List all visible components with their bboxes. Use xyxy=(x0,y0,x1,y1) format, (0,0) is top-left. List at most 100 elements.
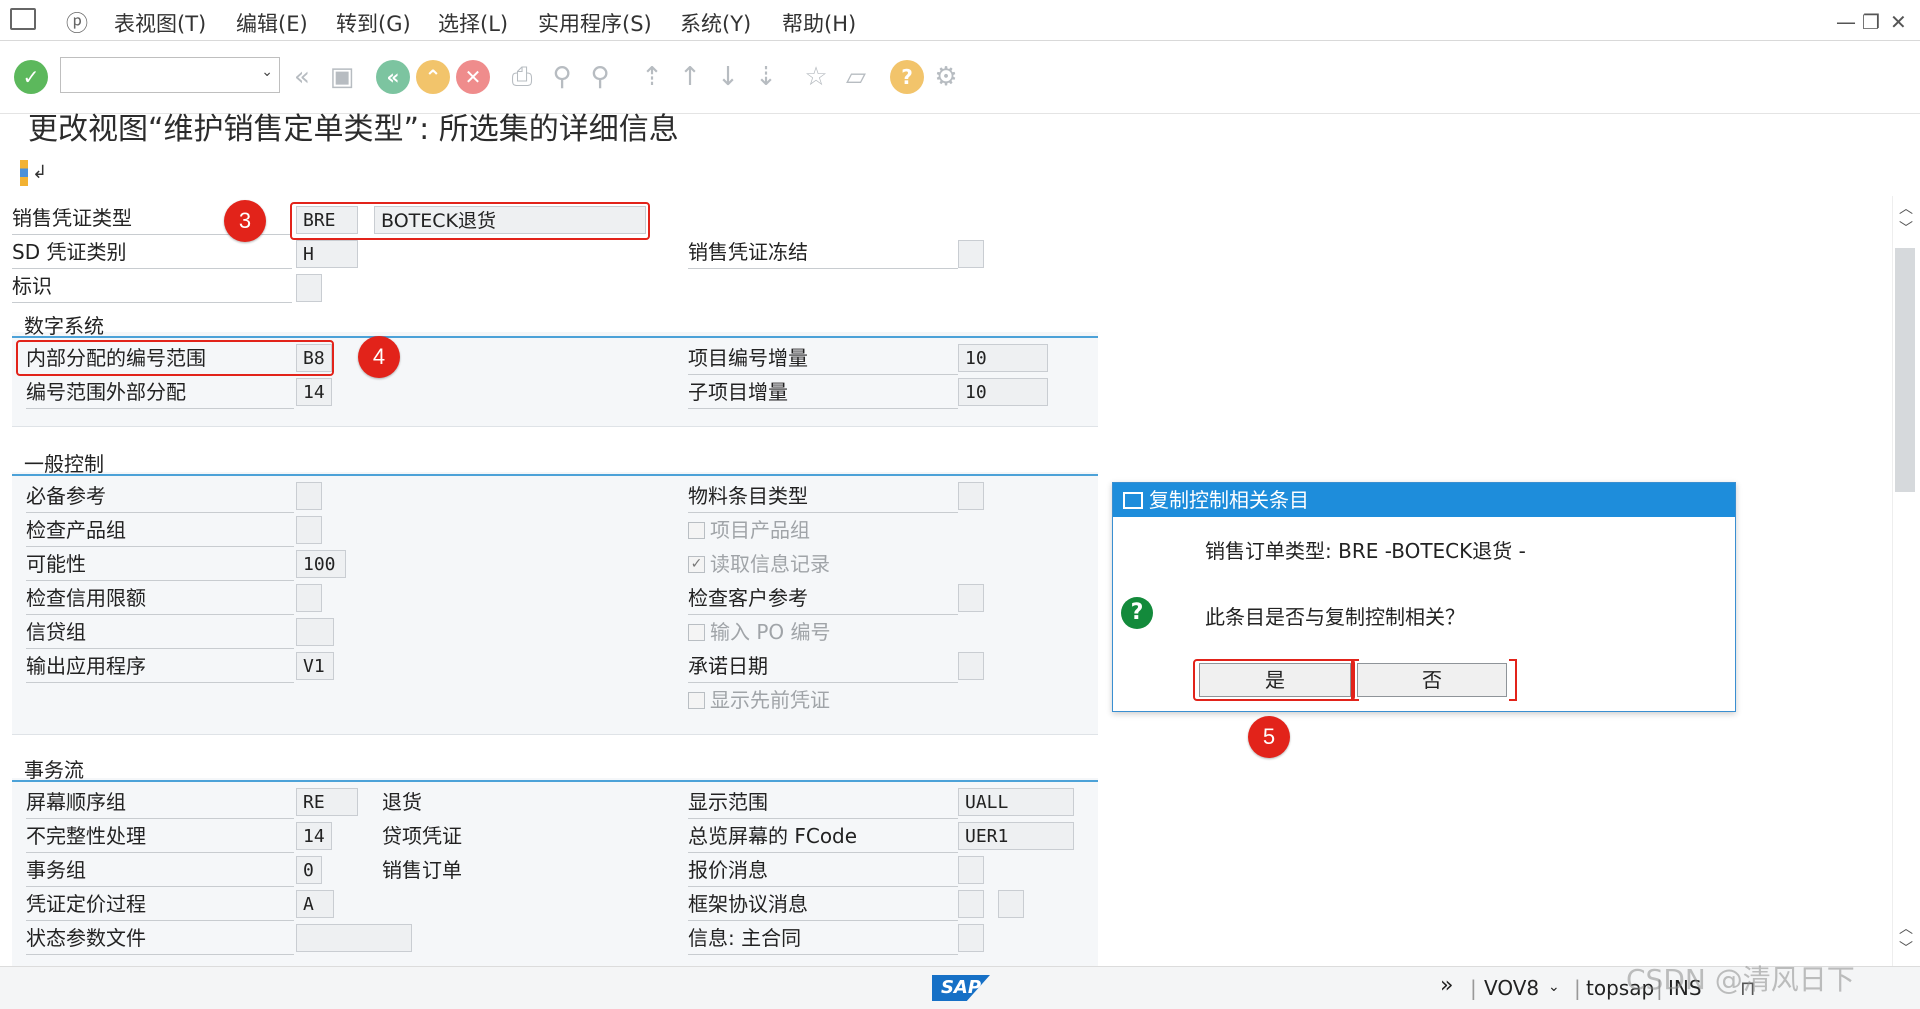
credit-group-label: 信贷组 xyxy=(26,616,294,649)
fcode-overview-label: 总览屏幕的 FCode xyxy=(688,820,958,853)
external-range-field[interactable]: 14 xyxy=(296,378,332,406)
pricing-proc-label: 凭证定价过程 xyxy=(26,888,294,921)
check-credit-field[interactable] xyxy=(296,584,322,612)
shortcut-icon[interactable]: ▱ xyxy=(840,60,872,94)
exit-icon[interactable]: ⌃ xyxy=(416,60,450,94)
display-preceding-checkbox[interactable] xyxy=(688,692,705,709)
print-icon[interactable]: ⎙ xyxy=(506,60,538,94)
status-profile-label: 状态参数文件 xyxy=(26,922,294,955)
customize-layout-icon[interactable]: ⓟ xyxy=(66,6,88,38)
settings-icon[interactable]: ⚙ xyxy=(930,60,962,94)
display-preceding-label: 显示先前凭证 xyxy=(710,688,830,712)
scroll-down-small-icon[interactable]: ﹀ xyxy=(1899,218,1913,238)
enter-po-checkbox[interactable] xyxy=(688,624,705,641)
annotation-box-yes xyxy=(1193,659,1355,701)
commitment-date-field[interactable] xyxy=(958,652,984,680)
credit-group-field[interactable] xyxy=(296,618,334,646)
trans-group-field[interactable]: 0 xyxy=(296,856,322,884)
save-icon[interactable]: ▣ xyxy=(326,60,358,94)
general-control-header: 一般控制 xyxy=(12,448,1098,476)
question-icon: ? xyxy=(1121,597,1153,629)
new-session-icon[interactable]: ☆ xyxy=(800,60,832,94)
enter-check-icon[interactable]: ✓ xyxy=(14,60,48,94)
chevron-down-icon[interactable]: ⌄ xyxy=(261,64,273,80)
cancel-icon[interactable]: ✕ xyxy=(456,60,490,94)
scroll-up-icon[interactable]: ︿ xyxy=(1899,198,1913,218)
back-icon[interactable]: « xyxy=(376,60,410,94)
reference-mandatory-label: 必备参考 xyxy=(26,480,294,513)
vertical-scrollbar[interactable]: ︿ ﹀ ︿ ﹀ xyxy=(1892,196,1920,966)
system-menu-icon[interactable] xyxy=(10,8,36,30)
indicator-label: 标识 xyxy=(12,270,292,303)
material-item-type-field[interactable] xyxy=(958,482,984,510)
master-contract-field[interactable] xyxy=(958,924,984,952)
output-app-label: 输出应用程序 xyxy=(26,650,294,683)
scroll-up-bottom-icon[interactable]: ︿ xyxy=(1899,918,1913,938)
first-page-icon[interactable]: ⇡ xyxy=(636,60,668,94)
menu-goto[interactable]: 转到(G) xyxy=(336,8,411,38)
output-app-field[interactable]: V1 xyxy=(296,652,334,680)
item-incr-field[interactable]: 10 xyxy=(958,344,1048,372)
dialog-title: 复制控制相关条目 xyxy=(1149,488,1309,512)
find-icon[interactable]: ⚲ xyxy=(546,60,578,94)
outline-agreement-field[interactable] xyxy=(958,890,984,918)
transaction-code[interactable]: VOV8 xyxy=(1484,976,1539,1000)
sd-category-field[interactable]: H xyxy=(296,240,358,268)
outline-agreement-extra-field[interactable] xyxy=(998,890,1024,918)
menu-utilities[interactable]: 实用程序(S) xyxy=(538,8,652,38)
incompletion-field[interactable]: 14 xyxy=(296,822,332,850)
quotation-msg-field[interactable] xyxy=(958,856,984,884)
screen-seq-field[interactable]: RE xyxy=(296,788,358,816)
pricing-proc-field[interactable]: A xyxy=(296,890,334,918)
menu-table-view[interactable]: 表视图(T) xyxy=(114,8,206,38)
subitem-incr-field[interactable]: 10 xyxy=(958,378,1048,406)
indicator-field[interactable] xyxy=(296,274,322,302)
status-expand-icon[interactable]: » xyxy=(1440,973,1453,998)
subitem-incr-label: 子项目增量 xyxy=(688,376,958,409)
scroll-down-icon[interactable]: ﹀ xyxy=(1899,938,1913,958)
incompletion-desc: 贷项凭证 xyxy=(382,824,462,848)
transaction-chevron-icon[interactable]: ⌄ xyxy=(1548,979,1560,995)
quotation-msg-label: 报价消息 xyxy=(688,854,958,887)
item-division-checkbox[interactable] xyxy=(688,522,705,539)
dialog-question: 此条目是否与复制控制相关？ xyxy=(1205,605,1465,629)
external-range-label: 编号范围外部分配 xyxy=(26,376,294,409)
no-button[interactable]: 否 xyxy=(1357,663,1507,697)
subtoolbar: ↲ xyxy=(14,148,74,198)
back-arrows-icon[interactable]: « xyxy=(286,60,318,94)
item-division-label: 项目产品组 xyxy=(710,518,810,542)
menu-help[interactable]: 帮助(H) xyxy=(782,8,856,38)
annotation-box-number-range xyxy=(16,340,334,376)
display-range-field[interactable]: UALL xyxy=(958,788,1074,816)
fcode-overview-field[interactable]: UER1 xyxy=(958,822,1074,850)
menu-edit[interactable]: 编辑(E) xyxy=(236,8,308,38)
find-next-icon[interactable]: ⚲ xyxy=(584,60,616,94)
command-field[interactable]: ⌄ xyxy=(60,57,280,93)
menu-system[interactable]: 系统(Y) xyxy=(680,8,751,38)
scrollbar-thumb[interactable] xyxy=(1895,248,1915,492)
read-info-record-label: 读取信息记录 xyxy=(710,552,830,576)
doc-block-field[interactable] xyxy=(958,240,984,268)
last-page-icon[interactable]: ⇣ xyxy=(750,60,782,94)
page-title: 更改视图“维护销售定单类型”: 所选集的详细信息 xyxy=(28,112,679,147)
check-division-label: 检查产品组 xyxy=(26,514,294,547)
probability-field[interactable]: 100 xyxy=(296,550,346,578)
menu-bar: ⓟ 表视图(T) 编辑(E) 转到(G) 选择(L) 实用程序(S) 系统(Y)… xyxy=(0,0,1920,41)
next-page-icon[interactable]: ↓ xyxy=(712,60,744,94)
check-customer-ref-field[interactable] xyxy=(958,584,984,612)
menu-select[interactable]: 选择(L) xyxy=(438,8,508,38)
annotation-box-doc-type xyxy=(290,202,650,240)
incompletion-label: 不完整性处理 xyxy=(26,820,294,853)
status-profile-field[interactable] xyxy=(296,924,412,952)
close-icon[interactable]: ✕ xyxy=(1890,10,1907,34)
minimize-icon[interactable]: — xyxy=(1836,10,1856,34)
screen-seq-label: 屏幕顺序组 xyxy=(26,786,294,819)
reference-mandatory-field[interactable] xyxy=(296,482,322,510)
check-division-field[interactable] xyxy=(296,516,322,544)
display-change-icon[interactable]: ↲ xyxy=(20,160,47,186)
prev-page-icon[interactable]: ↑ xyxy=(674,60,706,94)
read-info-record-checkbox[interactable]: ✓ xyxy=(688,556,705,573)
restore-icon[interactable]: ❐ xyxy=(1862,10,1880,34)
help-icon[interactable]: ? xyxy=(890,60,924,94)
item-incr-label: 项目编号增量 xyxy=(688,342,958,375)
